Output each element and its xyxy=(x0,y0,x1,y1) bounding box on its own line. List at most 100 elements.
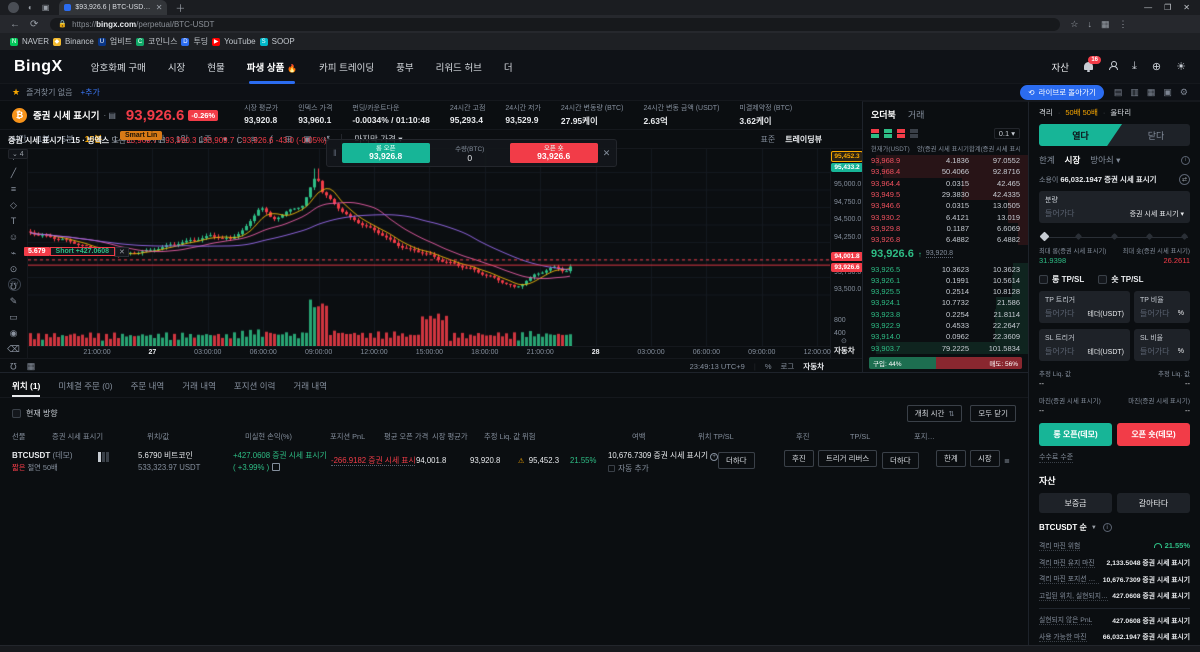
info-icon[interactable]: i xyxy=(1102,523,1112,532)
ob-mode-both-icon[interactable] xyxy=(871,129,880,138)
auto-add-checkbox[interactable] xyxy=(608,465,615,472)
share-pnl-icon[interactable] xyxy=(272,463,281,471)
lock-layout-icon[interactable]: ▥ xyxy=(1130,87,1139,98)
bookmark-label[interactable]: 투딩 xyxy=(193,36,208,47)
amount-field[interactable]: 분량 들어가다 증권 시세 표시기 ▾ xyxy=(1039,191,1190,223)
edit-icon[interactable]: ✎ xyxy=(10,297,18,306)
sl-ratio-field[interactable]: SL 비율 들어가다% xyxy=(1134,329,1190,361)
bid-row[interactable]: 93,926.5 10.3623 10.3623 xyxy=(863,263,1028,275)
bookmark-label[interactable]: YouTube xyxy=(224,37,255,46)
new-tab-button[interactable]: ＋ xyxy=(175,0,185,15)
favorite-star-icon[interactable]: ★ xyxy=(12,87,20,98)
amount-unit-dropdown[interactable]: 증권 시세 표시기 ▾ xyxy=(1130,209,1184,219)
info-icon[interactable]: i xyxy=(1181,155,1190,165)
close-all-button[interactable]: 모두 닫기 xyxy=(970,405,1016,422)
bookmark-label[interactable]: 코인니스 xyxy=(148,36,177,47)
pair-name[interactable]: 증권 시세 표시기 xyxy=(33,108,99,122)
ask-row[interactable]: 93,929.8 0.1187 6.6069 xyxy=(863,222,1028,235)
long-tpsl-checkbox[interactable]: 롱 TP/SL xyxy=(1039,274,1084,285)
trendline-icon[interactable]: ╱ xyxy=(11,169,16,178)
bid-row[interactable]: 93,903.7 79.2225 101.5834 xyxy=(863,342,1028,354)
slider-handle[interactable] xyxy=(1039,231,1050,242)
open-long-button[interactable]: 롱 오픈 93,926.8 xyxy=(341,143,430,163)
order-type-trigger[interactable]: 방아쇠 ▾ xyxy=(1090,154,1120,166)
bookmark-label[interactable]: SOOP xyxy=(272,37,295,46)
panel-icon[interactable]: ▣ xyxy=(1163,87,1172,98)
tab-order-history[interactable]: 주문 내역 xyxy=(131,380,165,392)
back-icon[interactable]: ← xyxy=(10,19,20,30)
app-download-icon[interactable]: ⤓ xyxy=(1132,60,1137,73)
ruler-icon[interactable]: ⌁ xyxy=(11,249,16,258)
bookmark-label[interactable]: Binance xyxy=(65,37,94,46)
open-short-demo-button[interactable]: 오픈 숏(데모) xyxy=(1117,423,1190,446)
amount-input[interactable]: 들어가다 xyxy=(1045,208,1074,219)
ob-mode-asks-icon[interactable] xyxy=(897,129,906,138)
tab-trades[interactable]: 거래 xyxy=(908,108,925,121)
ask-row[interactable]: 93,968.4 50.4066 92.8716 xyxy=(863,166,1028,178)
notification-bell-icon[interactable]: 16 xyxy=(1084,55,1102,73)
fee-level-label[interactable]: 수수료 수준 xyxy=(1039,452,1074,463)
ask-row[interactable]: 93,926.8 6.4882 6.4882 xyxy=(863,234,1028,246)
nav-spot[interactable]: 현물 xyxy=(207,60,224,74)
time-axis[interactable]: 21:00:00 27 03:00:00 06:00:00 09:00:00 1… xyxy=(28,346,831,358)
lock-drawings-icon[interactable]: ▭ xyxy=(9,313,18,322)
short-tpsl-checkbox[interactable]: 숏 TP/SL xyxy=(1098,274,1144,285)
tab-positions[interactable]: 위치 (1) xyxy=(12,380,41,397)
bid-row[interactable]: 93,922.9 0.4533 22.2647 xyxy=(863,319,1028,332)
indicator-count-chip[interactable]: ⌄ 4 xyxy=(8,149,28,159)
clock-label[interactable]: 23:49:13 UTC+9 xyxy=(690,362,745,371)
chevron-down-icon[interactable]: ▼ xyxy=(1091,525,1097,531)
menu-icon[interactable]: ⋮ xyxy=(1118,19,1127,30)
close-limit-button[interactable]: 한계 xyxy=(936,450,966,467)
whale-icon[interactable]: ◐ xyxy=(28,3,33,12)
deposit-button[interactable]: 보증금 xyxy=(1039,493,1112,513)
percent-scale-toggle[interactable]: % xyxy=(765,362,772,371)
shapes-icon[interactable]: ◇ xyxy=(10,201,17,210)
trash-icon[interactable]: ⌫ xyxy=(7,345,20,354)
window-close-icon[interactable]: ✕ xyxy=(1183,3,1190,12)
price-scale[interactable]: 95,250.0 95,000.0 94,750.0 94,500.0 94,2… xyxy=(830,149,863,358)
open-tab[interactable]: 열다 xyxy=(1039,124,1123,146)
ob-mode-bids-icon[interactable] xyxy=(884,129,893,138)
precision-dropdown[interactable]: 0.1 ▾ xyxy=(993,128,1020,139)
close-tab[interactable]: 닫다 xyxy=(1122,124,1190,146)
close-market-button[interactable]: 시장 xyxy=(969,450,1000,467)
ask-row[interactable]: 93,968.9 4.1836 97.0552 xyxy=(863,155,1028,167)
nav-wealth[interactable]: 풍부 xyxy=(396,60,413,74)
bid-row[interactable]: 93,924.1 10.7732 21.586 xyxy=(863,297,1028,309)
bid-row[interactable]: 93,914.0 0.0962 22.3609 xyxy=(863,331,1028,343)
layout-icon[interactable]: ▤ xyxy=(1114,87,1123,98)
asset-pair-selector[interactable]: BTCUSDT 순 xyxy=(1039,522,1087,533)
order-type-market[interactable]: 시장 xyxy=(1065,154,1081,166)
text-tool-icon[interactable]: T xyxy=(11,217,17,226)
open-time-sort-button[interactable]: 개최 시간 ⇅ xyxy=(906,405,963,422)
ask-row[interactable]: 93,964.4 0.0315 42.465 xyxy=(863,177,1028,189)
candlestick-chart[interactable] xyxy=(28,149,830,346)
tab-position-history[interactable]: 포지션 이력 xyxy=(234,380,275,392)
ob-mode-depth-icon[interactable] xyxy=(910,129,919,138)
browser-tab[interactable]: $93,926.6 | BTC-USDT USD® Ma... ✕ xyxy=(59,0,168,15)
view-standard-toggle[interactable]: 표준 xyxy=(760,134,775,145)
eye-icon[interactable]: ◉ xyxy=(10,329,18,338)
window-maximize-icon[interactable]: ❐ xyxy=(1164,3,1171,12)
lock-icon[interactable]: 🔒 xyxy=(58,20,67,28)
sl-trigger-field[interactable]: SL 트리거 들어가다 테더(USDT) xyxy=(1039,329,1130,361)
add-position-tpsl-button[interactable]: 더하다 xyxy=(718,452,755,469)
emoji-tool-icon[interactable]: ☺ xyxy=(9,233,18,242)
order-qty[interactable]: 수량(BTC) 0 xyxy=(435,143,505,163)
download-icon[interactable]: ↓ xyxy=(1087,19,1092,29)
transfer-button[interactable]: 갈아타다 xyxy=(1117,493,1190,513)
amount-slider[interactable] xyxy=(1039,231,1189,242)
last-trade-row[interactable]: 93,926.6 ↑ 93,920.8 xyxy=(863,245,1028,263)
trigger-reverse-button[interactable]: 트리거 리버스 xyxy=(817,450,878,467)
order-type-limit[interactable]: 한계 xyxy=(1039,154,1055,166)
ask-row[interactable]: 93,930.2 6.4121 13.019 xyxy=(863,211,1028,223)
margin-mode-selector[interactable]: 격리 xyxy=(1039,107,1053,118)
bid-row[interactable]: 93,923.8 0.2254 21.8114 xyxy=(863,308,1028,320)
tab-transaction-history[interactable]: 거래 내역 xyxy=(293,380,327,392)
favorites-add-button[interactable]: +추가 xyxy=(80,87,99,98)
list-icon[interactable]: ≣ xyxy=(1004,458,1010,465)
log-scale-toggle[interactable]: 로그 xyxy=(780,361,794,372)
pair-dropdown-icon[interactable]: · ▤ xyxy=(103,111,115,120)
tp-ratio-field[interactable]: TP 비율 들어가다% xyxy=(1134,291,1190,323)
